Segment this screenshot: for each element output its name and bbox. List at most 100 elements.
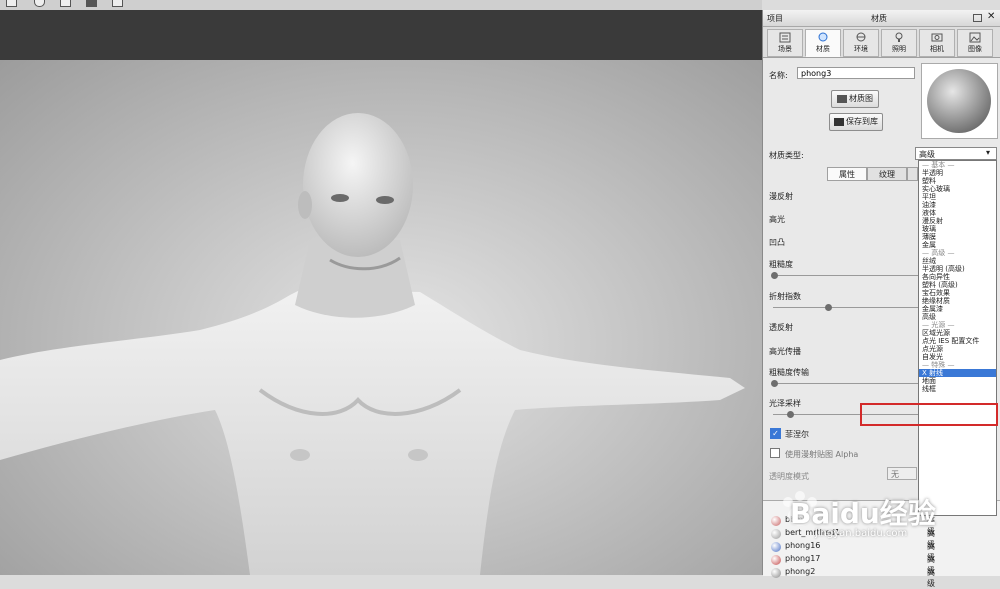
- material-name: phong16: [785, 541, 821, 550]
- tab-lighting[interactable]: 照明: [881, 29, 917, 57]
- refraction-slider-knob[interactable]: [825, 304, 832, 311]
- dropdown-option[interactable]: 漫反射: [919, 217, 996, 225]
- cut-icon[interactable]: [60, 0, 71, 7]
- material-ball-icon: [771, 555, 781, 565]
- dropdown-option[interactable]: 金属漆: [919, 305, 996, 313]
- texture-map-icon: [837, 94, 847, 103]
- dropdown-option[interactable]: X 射线: [919, 369, 996, 377]
- fresnel-label: 菲涅尔: [785, 430, 809, 439]
- undo-icon[interactable]: [34, 0, 45, 7]
- material-type-dropdown[interactable]: — 基本 — 半透明 塑料 实心玻璃 平坦 油漆 液体 漫反射 玻璃 薄膜 金属 — 高级 — 丝绒 半透…: [918, 160, 997, 516]
- material-icon: [818, 32, 828, 42]
- close-icon[interactable]: ✕: [987, 11, 995, 22]
- project-tab-label[interactable]: 项目: [767, 13, 783, 24]
- dropdown-option[interactable]: 塑料: [919, 177, 996, 185]
- refraction-slider[interactable]: [773, 307, 918, 308]
- dropdown-option[interactable]: 半透明: [919, 169, 996, 177]
- prop-bump: 凹凸: [769, 238, 785, 247]
- tab-label: 材质: [816, 45, 830, 53]
- dropdown-option[interactable]: 宝石效果: [919, 289, 996, 297]
- save-icon[interactable]: [86, 0, 97, 7]
- watermark-text: Baidu经验: [790, 497, 936, 530]
- dropdown-option[interactable]: 自发光: [919, 353, 996, 361]
- dropdown-option[interactable]: 线框: [919, 385, 996, 393]
- save-to-library-label: 保存到库: [846, 117, 878, 126]
- dropdown-option[interactable]: 地面: [919, 377, 996, 385]
- dropdown-option[interactable]: 油漆: [919, 201, 996, 209]
- tab-image[interactable]: 图像: [957, 29, 993, 57]
- prop-roughness: 粗糙度: [769, 260, 793, 269]
- save-icon: [834, 117, 844, 126]
- dropdown-option[interactable]: 塑料 (高级): [919, 281, 996, 289]
- dropdown-group-header: — 高级 —: [922, 249, 955, 257]
- dropdown-option[interactable]: 高级: [919, 313, 996, 321]
- material-name: phong17: [785, 554, 821, 563]
- material-type-value: 高级: [919, 150, 935, 159]
- dropdown-option[interactable]: 液体: [919, 209, 996, 217]
- panel-title: 材质: [871, 14, 887, 23]
- texture-map-label: 材质图: [849, 94, 873, 103]
- subtab-more[interactable]: [907, 167, 918, 181]
- panel-tabs: 场景 材质 环境 照明 相机 图像: [763, 27, 1000, 58]
- dropdown-option[interactable]: 绝缘材质: [919, 297, 996, 305]
- prop-specular-transmission: 高光传播: [769, 347, 801, 356]
- tab-label: 环境: [854, 45, 868, 53]
- tab-material[interactable]: 材质: [805, 29, 841, 57]
- material-type-select[interactable]: 高级 ▾: [915, 147, 997, 160]
- dropdown-group-header: — 基本 —: [922, 161, 955, 169]
- light-sampling-knob[interactable]: [787, 411, 794, 418]
- material-ball-icon: [771, 568, 781, 578]
- subtab-properties[interactable]: 属性: [827, 167, 867, 181]
- transparency-mode-label: 透明度模式: [769, 472, 809, 481]
- prop-light-sampling: 光泽采样: [769, 399, 801, 408]
- viewport-header-band: [0, 10, 762, 60]
- dropdown-option[interactable]: 点光 IES 配置文件: [919, 337, 996, 345]
- dropdown-option[interactable]: 丝绒: [919, 257, 996, 265]
- texture-map-button[interactable]: 材质图: [831, 90, 879, 108]
- dropdown-option[interactable]: 半透明 (高级): [919, 265, 996, 273]
- dropdown-option[interactable]: 薄膜: [919, 233, 996, 241]
- lighting-icon: [895, 32, 903, 42]
- dropdown-option[interactable]: 实心玻璃: [919, 185, 996, 193]
- fresnel-checkbox[interactable]: ✓: [770, 428, 781, 439]
- chevron-down-icon: ▾: [986, 148, 991, 157]
- transparency-mode-select[interactable]: 无: [887, 467, 917, 480]
- roughness-slider[interactable]: [773, 275, 918, 276]
- roughness-transmission-knob[interactable]: [771, 380, 778, 387]
- scene-icon: [779, 32, 791, 43]
- save-to-library-button[interactable]: 保存到库: [829, 113, 883, 131]
- use-alpha-checkbox[interactable]: [770, 448, 780, 458]
- float-icon[interactable]: [973, 14, 982, 22]
- prop-diffuse: 漫反射: [769, 192, 793, 201]
- watermark-url: jingyan.baidu.com: [815, 528, 908, 539]
- dropdown-option[interactable]: 各向异性: [919, 273, 996, 281]
- prop-refraction-index: 折射指数: [769, 292, 801, 301]
- use-alpha-label: 使用漫射贴图 Alpha: [785, 450, 859, 459]
- render-viewport[interactable]: [0, 10, 762, 575]
- prop-roughness-transmission: 粗糙度传输: [769, 368, 809, 377]
- name-field[interactable]: [797, 67, 915, 79]
- tab-label: 场景: [778, 45, 792, 53]
- render-canvas[interactable]: [0, 60, 762, 575]
- camera-icon: [931, 33, 943, 42]
- file-icon[interactable]: [6, 0, 17, 7]
- material-ball-icon: [771, 542, 781, 552]
- dropdown-option[interactable]: 玻璃: [919, 225, 996, 233]
- dropdown-option[interactable]: 平坦: [919, 193, 996, 201]
- tab-camera[interactable]: 相机: [919, 29, 955, 57]
- roughness-slider-knob[interactable]: [771, 272, 778, 279]
- dropdown-option[interactable]: 区域光源: [919, 329, 996, 337]
- tab-environment[interactable]: 环境: [843, 29, 879, 57]
- tab-label: 照明: [892, 45, 906, 53]
- tab-scene[interactable]: 场景: [767, 29, 803, 57]
- image-icon: [969, 32, 981, 43]
- prop-specular: 高光: [769, 215, 785, 224]
- dropdown-option[interactable]: 金属: [919, 241, 996, 249]
- material-type: 高级: [927, 568, 935, 588]
- export-icon[interactable]: [112, 0, 123, 7]
- annotation-highlight-box: [860, 403, 998, 426]
- dropdown-option[interactable]: 点光源: [919, 345, 996, 353]
- roughness-transmission-slider[interactable]: [773, 383, 918, 384]
- subtab-texture[interactable]: 纹理: [867, 167, 907, 181]
- panel-header: 项目 材质 ✕: [763, 10, 1000, 27]
